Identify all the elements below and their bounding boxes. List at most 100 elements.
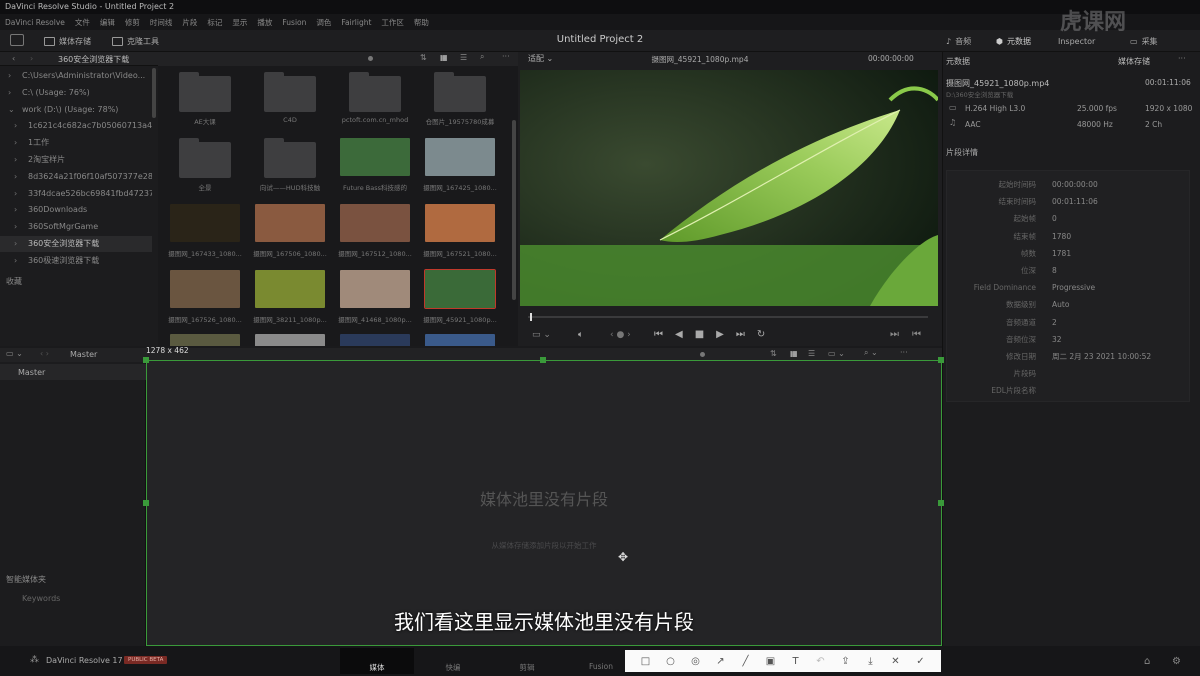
chevron-right-icon[interactable]: ›	[8, 68, 22, 84]
capture-button[interactable]: ▭ 采集	[1130, 34, 1158, 48]
folder-icon[interactable]	[264, 72, 316, 112]
clip-thumbnail[interactable]	[340, 270, 410, 308]
zoom-slider-knob[interactable]	[368, 56, 373, 61]
clip-thumbnail[interactable]	[255, 204, 325, 242]
chevron-right-icon[interactable]: ›	[14, 202, 28, 218]
clip-thumbnail[interactable]	[170, 270, 240, 308]
chevron-right-icon[interactable]: ›	[14, 186, 28, 202]
metadata-view-icon[interactable]: ▭ ⌄	[828, 349, 845, 358]
sort-icon[interactable]: ⇅	[420, 53, 427, 62]
bin-master[interactable]: Master	[0, 364, 146, 380]
folder-tree-item[interactable]: › C:\Users\Administrator\Video...	[0, 68, 152, 84]
menu-item[interactable]: 标记	[207, 17, 222, 28]
clip-thumbnail[interactable]	[340, 204, 410, 242]
clip-thumbnail[interactable]	[255, 270, 325, 308]
menu-item[interactable]: 帮助	[414, 17, 429, 28]
folder-tree-item[interactable]: ⌄ work (D:\) (Usage: 78%)	[0, 102, 152, 118]
chevron-right-icon[interactable]: ›	[14, 236, 28, 252]
more-options-icon[interactable]: ···	[900, 348, 908, 357]
close-icon[interactable]: ✕	[889, 656, 903, 667]
more-options-icon[interactable]: ···	[1178, 54, 1186, 63]
keywords-item[interactable]: Keywords	[22, 594, 60, 603]
metadata-value[interactable]: 00:01:11:06	[1052, 193, 1098, 210]
skip-end-icon[interactable]: ⏭︎	[736, 329, 745, 340]
menu-item[interactable]: 编辑	[100, 17, 115, 28]
audio-button[interactable]: ♪ 音频	[946, 34, 971, 48]
folder-icon[interactable]	[264, 138, 316, 178]
back-icon[interactable]: ‹	[12, 54, 15, 63]
confirm-icon[interactable]: ✓	[914, 656, 928, 667]
metadata-value[interactable]: 0	[1052, 210, 1057, 227]
media-store-tab[interactable]: 媒体存储	[1118, 56, 1150, 67]
menu-item[interactable]: DaVinci Resolve	[5, 18, 65, 27]
metadata-value[interactable]: Progressive	[1052, 279, 1095, 296]
more-options-icon[interactable]: ···	[502, 52, 510, 61]
metadata-button[interactable]: ⬢ 元数据	[996, 34, 1031, 48]
stop-icon[interactable]: ■	[695, 329, 704, 340]
chevron-right-icon[interactable]: ›	[14, 253, 28, 269]
settings-icon[interactable]: ⚙	[1172, 656, 1181, 667]
menu-item[interactable]: 工作区	[381, 17, 404, 28]
clip-thumbnail[interactable]	[424, 269, 496, 309]
viewer-mode-icon[interactable]: ▭ ⌄	[532, 330, 551, 340]
prev-clip-icon[interactable]: ⏭︎	[890, 329, 899, 340]
menu-item[interactable]: Fairlight	[341, 18, 371, 27]
grid-scrollbar[interactable]	[512, 120, 516, 300]
tree-scrollbar[interactable]	[152, 68, 156, 118]
arrow-icon[interactable]: ↗	[714, 656, 728, 667]
mosaic-icon[interactable]: ◎	[689, 656, 703, 667]
resize-handle-top[interactable]	[540, 357, 546, 363]
folder-tree-item[interactable]: › 360SoftMgrGame	[0, 219, 152, 235]
list-view-icon[interactable]: ☰	[460, 53, 467, 62]
folder-tree-item[interactable]: ›33f4dcae526bc69841fbd47237e...	[0, 186, 152, 202]
clip-thumbnail[interactable]	[425, 138, 495, 176]
loop-icon[interactable]: ↻	[757, 329, 765, 340]
pool-zoom-knob[interactable]	[700, 352, 705, 357]
inspector-button[interactable]: Inspector	[1058, 34, 1095, 48]
folder-icon[interactable]	[179, 138, 231, 178]
pen-icon[interactable]: ╱	[739, 656, 753, 667]
clip-thumbnail[interactable]	[170, 334, 240, 346]
page-tab[interactable]: 快编	[416, 648, 490, 674]
clip-thumbnail[interactable]	[425, 204, 495, 242]
blur-icon[interactable]: ▣	[764, 656, 778, 667]
share-icon[interactable]: ⇪	[839, 656, 853, 667]
resize-handle-tl[interactable]	[143, 357, 149, 363]
menu-item[interactable]: 播放	[257, 17, 272, 28]
next-clip-icon[interactable]: ⏮︎	[912, 329, 921, 340]
rectangle-icon[interactable]: □	[639, 656, 653, 667]
chevron-right-icon[interactable]: ›	[14, 152, 28, 168]
metadata-tab[interactable]: 元数据	[946, 56, 970, 67]
search-icon[interactable]: ⌕ ⌄	[864, 348, 878, 358]
clip-thumbnail[interactable]	[255, 334, 325, 346]
search-icon[interactable]: ⌕	[480, 52, 484, 62]
volume-icon[interactable]: 🔈︎	[578, 330, 583, 340]
folder-tree-item[interactable]: › 8d3624a21f06f10af507377e28e...	[0, 169, 152, 185]
metadata-value[interactable]: 32	[1052, 331, 1062, 348]
jog-icon[interactable]: ‹ ● ›	[610, 330, 631, 340]
folder-tree-item[interactable]: › C:\ (Usage: 76%)	[0, 85, 152, 101]
clip-thumbnail[interactable]	[425, 334, 495, 346]
folder-icon[interactable]	[179, 72, 231, 112]
list-view-icon[interactable]: ☰	[808, 349, 815, 358]
folder-icon[interactable]	[349, 72, 401, 112]
metadata-value[interactable]: 00:00:00:00	[1052, 176, 1098, 193]
chevron-down-icon[interactable]: ⌄	[8, 102, 22, 118]
chevron-right-icon[interactable]: ›	[8, 85, 22, 101]
metadata-value[interactable]: 周二 2月 23 2021 10:00:52	[1052, 348, 1151, 365]
viewer-scrubber[interactable]	[528, 313, 928, 321]
play-icon[interactable]: ▶︎	[716, 329, 724, 340]
resize-handle-tr[interactable]	[938, 357, 944, 363]
sort-icon[interactable]: ⇅	[770, 349, 777, 358]
back-icon[interactable]: ‹ ›	[40, 349, 49, 358]
chevron-right-icon[interactable]: ›	[14, 135, 28, 151]
menu-item[interactable]: 修剪	[125, 17, 140, 28]
skip-start-icon[interactable]: ⏮︎	[654, 329, 663, 340]
menu-item[interactable]: 时间线	[150, 17, 173, 28]
chevron-right-icon[interactable]: ›	[14, 118, 28, 134]
menu-item[interactable]: 文件	[75, 17, 90, 28]
panel-toggle-icon[interactable]	[10, 34, 24, 46]
text-icon[interactable]: T	[789, 656, 803, 667]
page-tab[interactable]: 剪辑	[490, 648, 564, 674]
step-back-icon[interactable]: ◀︎	[675, 329, 683, 340]
